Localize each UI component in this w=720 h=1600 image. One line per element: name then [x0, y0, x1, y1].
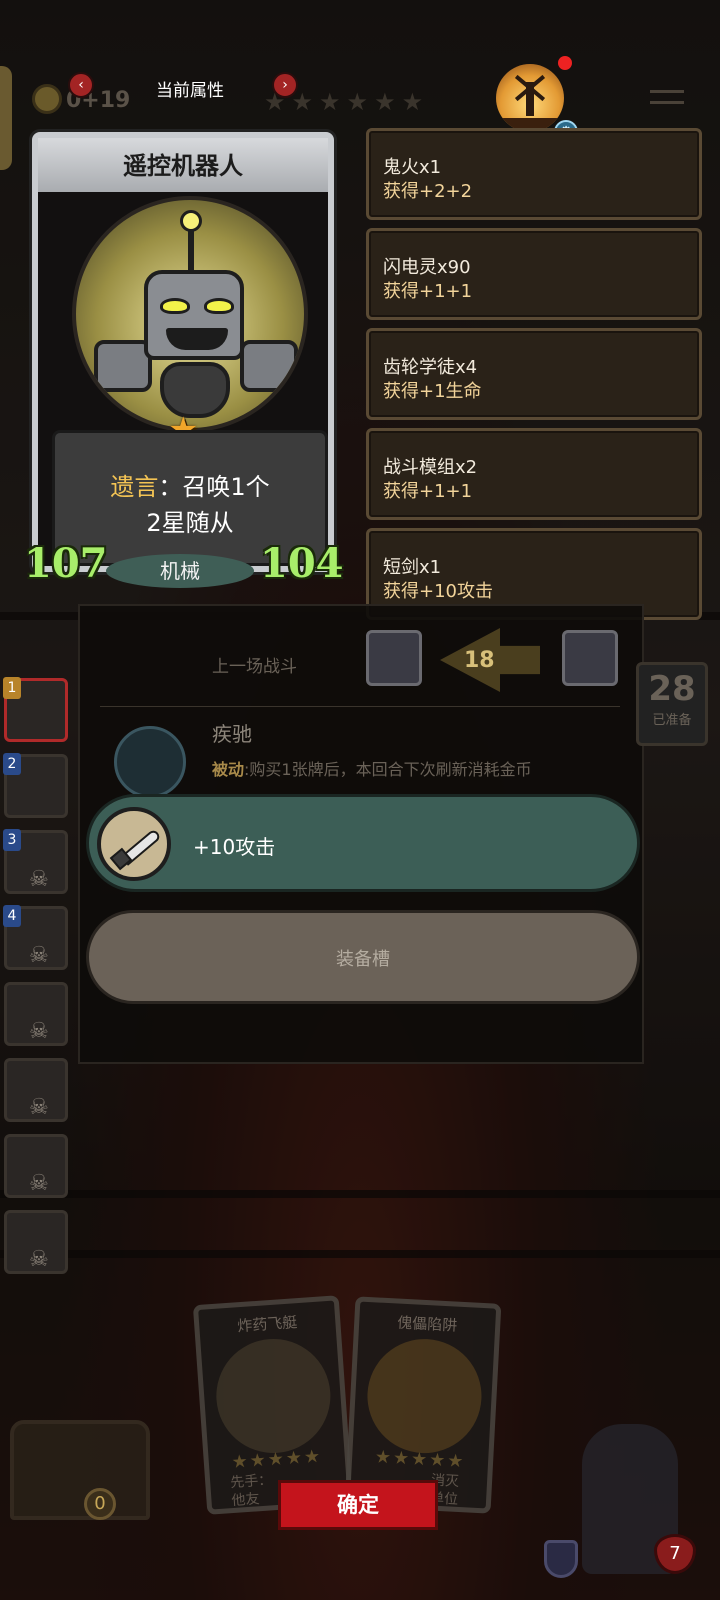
attack-value: 107	[24, 540, 108, 587]
buff-name: 鬼火x1	[383, 157, 442, 178]
opponent-portrait	[562, 630, 618, 686]
buff-gain: 获得+10攻击	[383, 581, 493, 602]
skill-keyword: 被动	[212, 760, 245, 779]
menu-icon[interactable]	[650, 90, 684, 104]
slot-index: 3	[3, 829, 21, 851]
top-bar: 0+19 ‹ 当前属性 › ★★★★★★	[0, 56, 720, 132]
damage-number: 18	[464, 648, 495, 673]
lineup-slot[interactable]: ☠	[4, 1210, 68, 1274]
minion-card: 遥控机器人 ★ 遗言：召唤1个 2星随从 107 机械 104	[24, 126, 344, 606]
buff-gain: 获得+1生命	[383, 381, 482, 402]
buff-gain: 获得+1+1	[383, 481, 473, 502]
equipment-item[interactable]: +10攻击	[86, 794, 640, 892]
buff-item: 齿轮学徒x4 获得+1生命	[366, 328, 702, 420]
buff-name: 短剑x1	[383, 557, 442, 578]
card-name-band: 遥控机器人	[38, 138, 328, 192]
lineup-slot[interactable]: ☠	[4, 1134, 68, 1198]
skull-icon: ☠	[29, 1095, 49, 1120]
buff-list: 鬼火x1 获得+2+2 闪电灵x90 获得+1+1 齿轮学徒x4 获得+1生命 …	[366, 128, 702, 628]
divider	[100, 706, 620, 707]
confirm-button[interactable]: 确定	[278, 1480, 438, 1530]
hand-card-art	[364, 1336, 485, 1456]
hand-card-stars: ★★★★★	[374, 1446, 466, 1473]
lineup-slot[interactable]: ☠	[4, 1058, 68, 1122]
equipment-slot-button[interactable]: 装备槽	[86, 910, 640, 1004]
equipment-slot-label: 装备槽	[336, 949, 390, 970]
windmill-avatar-icon[interactable]	[496, 64, 564, 132]
coin-icon	[32, 84, 62, 114]
robot-eye	[204, 298, 234, 314]
desc-line-1: 遗言：召唤1个	[55, 467, 325, 502]
treasure-chest-icon[interactable]	[10, 1420, 150, 1520]
buff-name: 闪电灵x90	[383, 257, 471, 278]
deathrattle-keyword: 遗言	[110, 473, 159, 501]
skull-icon: ☠	[29, 1019, 49, 1044]
ready-count: 28	[648, 669, 696, 709]
notification-dot	[558, 56, 572, 70]
lineup-slot[interactable]: 2	[3, 753, 68, 818]
hand-card-text: 先手： 他友	[229, 1472, 273, 1510]
skill-icon	[114, 726, 186, 798]
buff-item: 战斗模组x2 获得+1+1	[366, 428, 702, 520]
lineup-slot[interactable]: 1	[3, 677, 68, 742]
lineup-slot[interactable]: 4 ☠	[3, 905, 68, 970]
robot-right-arm	[240, 340, 298, 392]
robot-bulb	[180, 210, 202, 232]
skull-icon: ☠	[29, 1171, 49, 1196]
desc-line-2: 2星随从	[146, 509, 234, 537]
skill-description: 被动:购买1张牌后，本回合下次刷新消耗金币	[212, 756, 532, 780]
ready-counter: 28 已准备	[636, 662, 708, 746]
hand-card-stars: ★★★★★	[230, 1445, 323, 1474]
prev-arrow-icon[interactable]: ‹	[68, 72, 94, 98]
buff-item: 鬼火x1 获得+2+2	[366, 128, 702, 220]
skill-desc-text: :购买1张牌后，本回合下次刷新消耗金币	[244, 760, 532, 779]
buff-gain: 获得+1+1	[383, 281, 473, 302]
tavern-stars: ★★★★★★	[264, 88, 430, 116]
robot-eye	[160, 298, 190, 314]
slot-index: 2	[3, 753, 21, 775]
hand-card-title: 炸药飞艇	[236, 1313, 298, 1336]
equipment-bonus: +10攻击	[193, 835, 276, 859]
buff-item: 闪电灵x90 获得+1+1	[366, 228, 702, 320]
card-name: 遥控机器人	[123, 152, 243, 180]
skull-icon: ☠	[29, 867, 49, 892]
card-frame: 遥控机器人 ★ 遗言：召唤1个 2星随从	[32, 132, 334, 572]
slot-index: 4	[3, 905, 21, 927]
robot-mouth	[166, 328, 228, 350]
robot-head	[144, 270, 244, 360]
lineup-column: 1 2 3 ☠ 4 ☠ ☠ ☠ ☠ ☠	[0, 677, 72, 1286]
chest-count: 0	[84, 1488, 116, 1520]
dagger-icon	[97, 807, 171, 881]
buff-name: 齿轮学徒x4	[383, 357, 478, 378]
lineup-slot[interactable]: ☠	[4, 982, 68, 1046]
skull-icon: ☠	[29, 943, 49, 968]
buff-name: 战斗模组x2	[383, 457, 478, 478]
skull-icon: ☠	[29, 1247, 49, 1272]
slot-index: 1	[3, 677, 21, 699]
lineup-slot[interactable]: 3 ☠	[3, 829, 68, 894]
ready-label: 已准备	[652, 713, 692, 728]
desc-text-1: ：召唤1个	[158, 473, 270, 501]
self-portrait	[366, 630, 422, 686]
robot-portrait	[72, 196, 308, 432]
skill-name: 疾驰	[212, 722, 252, 746]
hand-card-title: 傀儡陷阱	[396, 1313, 458, 1335]
buff-gain: 获得+2+2	[383, 181, 473, 202]
last-fight-label: 上一场战斗	[212, 657, 297, 677]
tribe-badge: 机械	[106, 554, 254, 588]
page-title: 当前属性	[156, 81, 224, 101]
shield-icon	[544, 1540, 578, 1578]
hand-card-art	[212, 1335, 335, 1457]
health-value: 104	[260, 540, 344, 587]
